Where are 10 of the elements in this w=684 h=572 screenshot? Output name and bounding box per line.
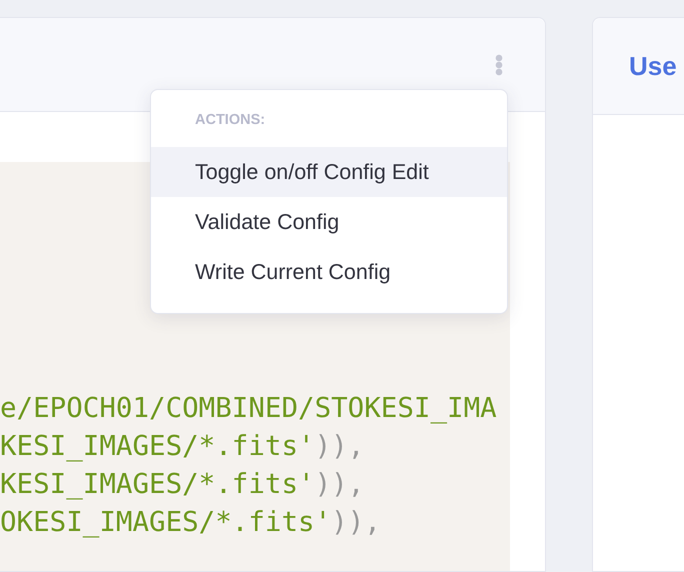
menu-header: ACTIONS: xyxy=(194,112,266,130)
code-line: OKESI_IMAGES/*.fits')), xyxy=(0,505,382,540)
menu-item[interactable]: Write Current Config xyxy=(151,247,507,297)
code-line: e/EPOCH01/COMBINED/STOKESI_IMA xyxy=(0,391,498,426)
menu-item[interactable]: Toggle on/off Config Edit xyxy=(151,147,507,197)
menu-item[interactable]: Validate Config xyxy=(151,197,507,247)
code-line: KESI_IMAGES/*.fits')), xyxy=(0,429,366,464)
more-options-icon[interactable] xyxy=(495,54,503,76)
card-title: Use xyxy=(629,50,677,82)
code-line: KESI_IMAGES/*.fits')), xyxy=(0,467,366,502)
